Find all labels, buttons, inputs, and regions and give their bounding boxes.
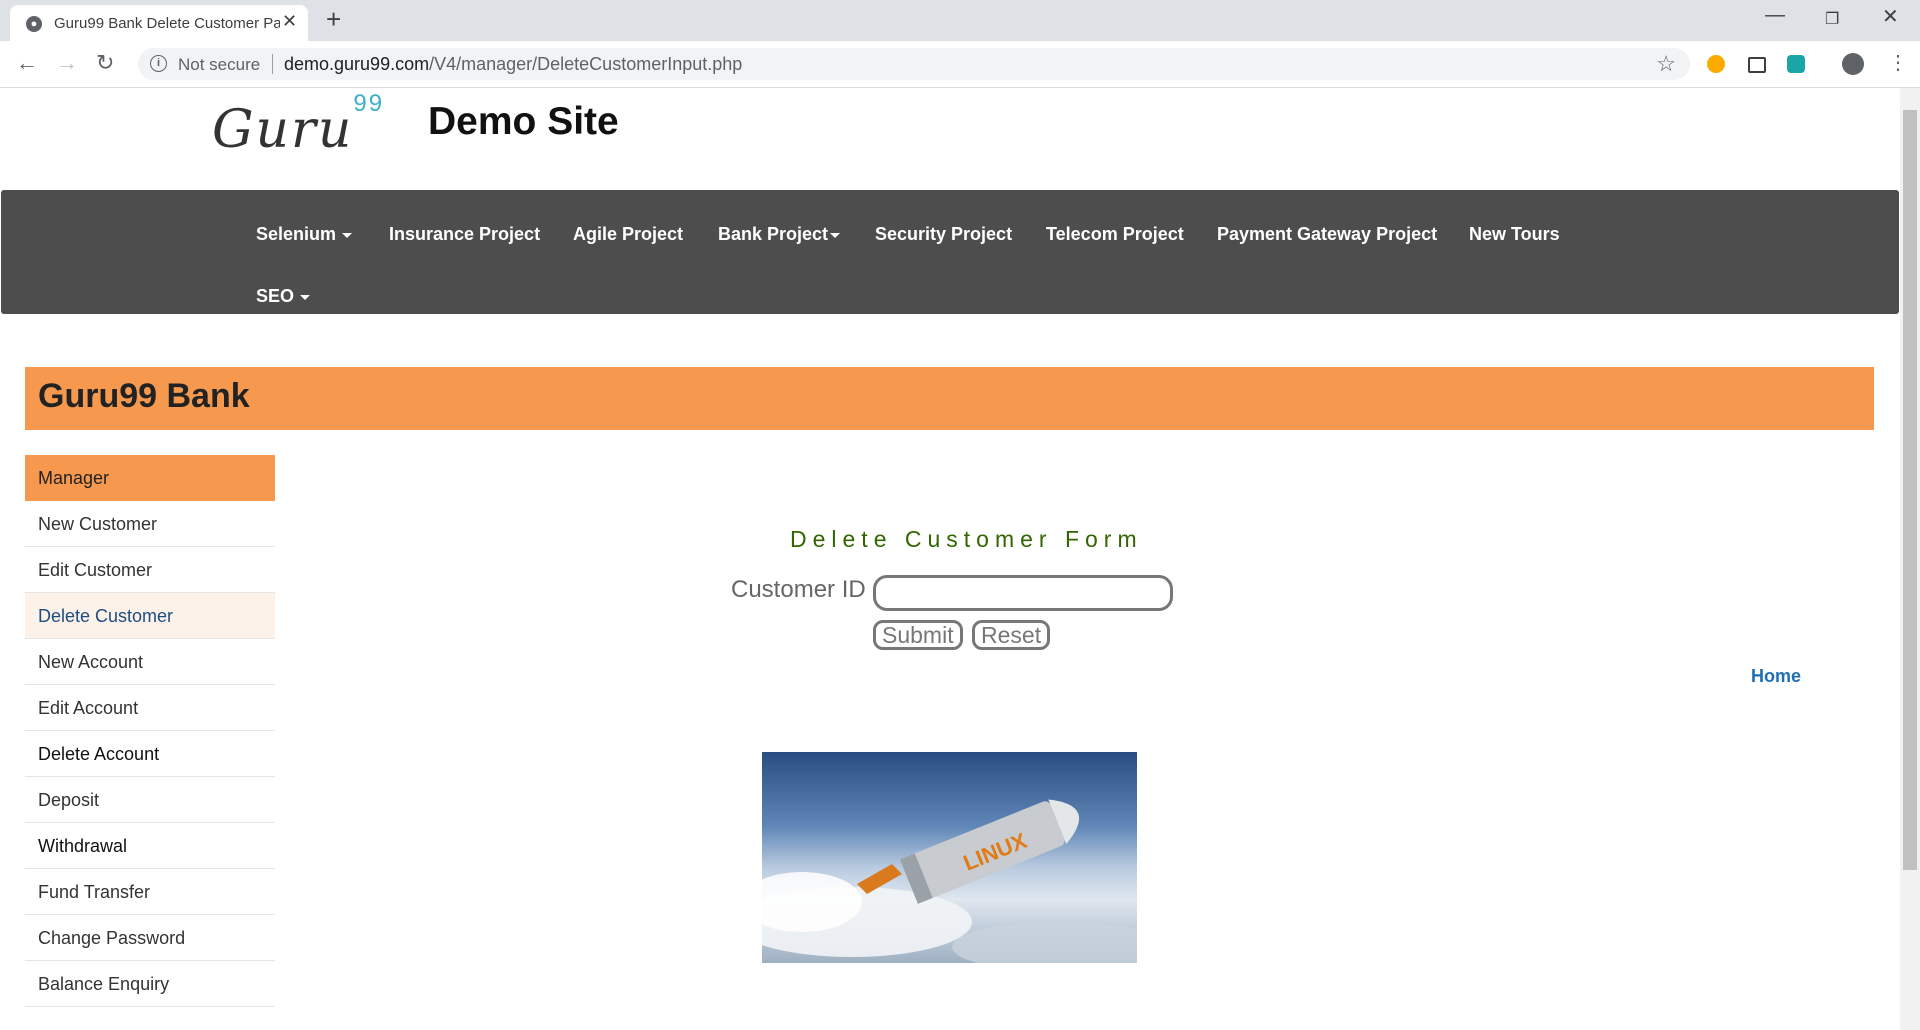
sidebar-menu: Manager New Customer Edit Customer Delet… [25,455,275,1007]
sidebar-item-withdrawal[interactable]: Withdrawal [25,823,275,869]
nav-item-security[interactable]: Security Project [875,224,1012,245]
browser-tab[interactable]: ● Guru99 Bank Delete Customer Pa ✕ [10,5,308,41]
customer-id-label: Customer ID [731,576,866,603]
close-icon[interactable]: ✕ [282,11,297,32]
sidebar-item-balance-enquiry[interactable]: Balance Enquiry [25,961,275,1007]
sidebar-item-edit-account[interactable]: Edit Account [25,685,275,731]
menu-icon[interactable]: ⋮ [1888,50,1908,75]
nav-item-new-tours[interactable]: New Tours [1469,224,1560,245]
chevron-down-icon [830,232,841,238]
bank-title: Guru99 Bank [38,377,250,415]
security-label: Not secure [178,55,261,74]
sidebar-item-delete-customer[interactable]: Delete Customer [25,593,275,639]
home-link[interactable]: Home [1751,666,1801,687]
restore-icon[interactable]: ❐ [1825,9,1839,29]
customer-id-input[interactable] [873,575,1173,611]
nav-item-seo[interactable]: SEO [256,286,311,307]
new-tab-icon[interactable]: + [326,4,341,35]
main-nav: Selenium Insurance Project Agile Project… [1,190,1899,314]
sidebar-item-delete-account[interactable]: Delete Account [25,731,275,777]
nav-item-bank[interactable]: Bank Project [718,224,841,245]
reload-icon[interactable]: ↻ [96,50,114,76]
sidebar-item-deposit[interactable]: Deposit [25,777,275,823]
sidebar-item-manager[interactable]: Manager [25,455,275,501]
nav-item-insurance[interactable]: Insurance Project [389,224,540,245]
window-close-icon[interactable]: ✕ [1882,4,1899,29]
nav-item-selenium[interactable]: Selenium [256,224,353,245]
chevron-down-icon [342,232,353,238]
extension-icon[interactable] [1748,57,1766,73]
address-bar[interactable]: i Not secure demo.guru99.com/V4/manager/… [138,48,1690,80]
scrollbar-thumb[interactable] [1903,110,1917,870]
extension-icon[interactable] [1787,55,1805,73]
back-icon[interactable]: ← [16,50,38,76]
submit-button[interactable]: Submit [873,620,963,650]
nav-item-telecom[interactable]: Telecom Project [1046,224,1184,245]
url-text[interactable]: demo.guru99.com/V4/manager/DeleteCustome… [284,54,742,75]
sidebar-item-fund-transfer[interactable]: Fund Transfer [25,869,275,915]
nav-item-agile[interactable]: Agile Project [573,224,683,245]
bookmark-star-icon[interactable]: ☆ [1656,51,1676,77]
linux-banner-image[interactable]: LINUX [762,752,1137,963]
browser-toolbar: ← → ↻ i Not secure demo.guru99.com/V4/ma… [0,41,1920,88]
reset-button[interactable]: Reset [972,620,1051,650]
extension-icon[interactable] [1707,55,1725,73]
forward-icon[interactable]: → [56,50,78,76]
site-title: Demo Site [428,100,619,143]
bank-header: Guru99 Bank [25,367,1874,430]
nav-item-payment-gateway[interactable]: Payment Gateway Project [1217,224,1437,245]
info-icon[interactable]: i [150,55,167,72]
page-content: Guru99 Demo Site Selenium Insurance Proj… [0,88,1900,1030]
sidebar-item-edit-customer[interactable]: Edit Customer [25,547,275,593]
tab-title: Guru99 Bank Delete Customer Pa [54,15,280,32]
globe-icon: ● [26,16,42,32]
sidebar-item-change-password[interactable]: Change Password [25,915,275,961]
sidebar-item-new-customer[interactable]: New Customer [25,501,275,547]
form-title: Delete Customer Form [790,526,1143,552]
site-logo[interactable]: Guru99 [212,90,384,160]
sidebar-item-new-account[interactable]: New Account [25,639,275,685]
browser-tabbar: ● Guru99 Bank Delete Customer Pa ✕ + — ❐… [0,0,1920,41]
minimize-icon[interactable]: — [1765,4,1785,27]
chevron-down-icon [300,294,311,300]
rocket-illustration: LINUX [762,799,1137,963]
divider [272,54,273,74]
profile-icon[interactable] [1842,53,1864,75]
